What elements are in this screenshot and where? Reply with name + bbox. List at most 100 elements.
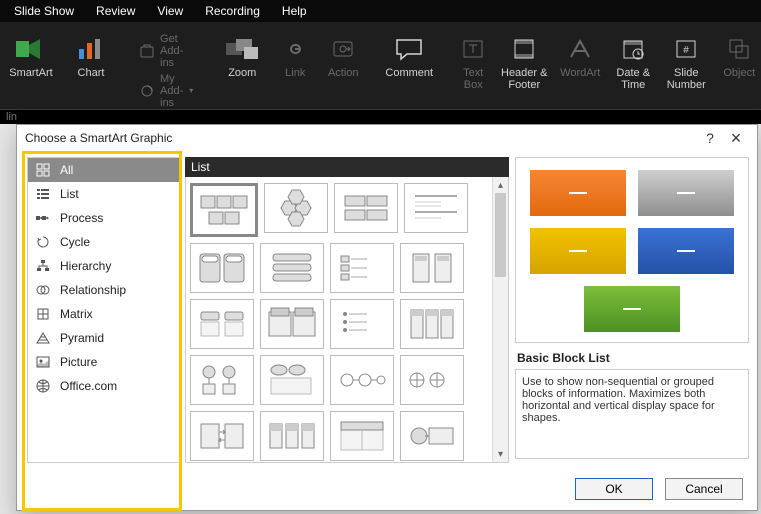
get-addins-button[interactable]: Get Add-ins — [134, 31, 199, 71]
gallery-column: List — [185, 157, 509, 463]
category-matrix[interactable]: Matrix — [28, 302, 179, 326]
gallery-thumb[interactable] — [404, 183, 468, 233]
menu-view[interactable]: View — [147, 2, 193, 20]
menu-recording[interactable]: Recording — [195, 2, 270, 20]
picture-icon — [36, 355, 50, 369]
gallery-thumb[interactable] — [330, 411, 394, 461]
gallery-thumb[interactable] — [264, 183, 328, 233]
scroll-thumb[interactable] — [495, 193, 506, 277]
date-time-button[interactable]: Date & Time — [611, 28, 655, 91]
category-all[interactable]: All — [28, 158, 179, 182]
gallery-scrollbar[interactable]: ▴ ▾ — [492, 177, 508, 462]
category-label: Process — [60, 211, 103, 225]
date-time-label: Date & Time — [611, 67, 655, 91]
preview-block-2 — [638, 170, 734, 216]
svg-text:#: # — [683, 45, 689, 56]
comment-icon — [394, 34, 424, 64]
menu-slide-show[interactable]: Slide Show — [4, 2, 84, 20]
get-addins-label: Get Add-ins — [160, 33, 193, 69]
action-icon — [328, 34, 358, 64]
gallery-thumb[interactable] — [190, 411, 254, 461]
zoom-label: Zoom — [228, 67, 256, 79]
my-addins-button[interactable]: My Add-ins ▾ — [134, 71, 199, 111]
text-box-button[interactable]: Text Box — [453, 28, 493, 91]
gallery-thumb[interactable] — [400, 243, 464, 293]
matrix-icon — [36, 307, 50, 321]
category-label: Matrix — [60, 307, 93, 321]
gallery-thumb[interactable] — [260, 299, 324, 349]
wordart-icon — [565, 34, 595, 64]
category-list: All List Process Cycle Hierarchy — [27, 157, 180, 463]
scroll-up-icon[interactable]: ▴ — [493, 177, 508, 193]
action-button[interactable]: Action — [321, 28, 365, 79]
chart-icon — [76, 34, 106, 64]
process-icon — [36, 211, 50, 225]
category-relationship[interactable]: Relationship — [28, 278, 179, 302]
header-footer-button[interactable]: Header & Footer — [499, 28, 549, 91]
slide-number-label: Slide Number — [661, 67, 711, 91]
scroll-track[interactable] — [495, 193, 506, 446]
smartart-button[interactable]: SmartArt — [4, 28, 58, 79]
gallery-thumb-basic-block-list[interactable] — [190, 183, 258, 237]
link-button[interactable]: Link — [275, 28, 315, 79]
ok-button[interactable]: OK — [575, 478, 653, 500]
cancel-button[interactable]: Cancel — [665, 478, 743, 500]
gallery-thumb[interactable] — [400, 299, 464, 349]
category-label: Picture — [60, 355, 97, 369]
smartart-gallery[interactable] — [186, 177, 492, 462]
comment-button[interactable]: Comment — [381, 28, 437, 79]
text-box-label: Text Box — [453, 67, 493, 91]
gallery-thumb[interactable] — [330, 355, 394, 405]
preview-description: Use to show non-sequential or grouped bl… — [515, 369, 749, 459]
gallery-thumb[interactable] — [330, 299, 394, 349]
zoom-icon — [227, 34, 257, 64]
smartart-dialog: Choose a SmartArt Graphic ? × All List — [16, 124, 758, 511]
help-button[interactable]: ? — [697, 127, 723, 149]
category-list-item[interactable]: List — [28, 182, 179, 206]
slide-number-button[interactable]: # Slide Number — [661, 28, 711, 91]
preview-title: Basic Block List — [517, 351, 749, 365]
dialog-titlebar: Choose a SmartArt Graphic ? × — [17, 125, 757, 151]
link-label: Link — [285, 67, 305, 79]
category-label: Pyramid — [60, 331, 104, 345]
category-hierarchy[interactable]: Hierarchy — [28, 254, 179, 278]
menu-review[interactable]: Review — [86, 2, 145, 20]
my-addins-icon — [140, 84, 154, 98]
gallery-thumb[interactable] — [190, 243, 254, 293]
category-process[interactable]: Process — [28, 206, 179, 230]
preview-block-1 — [530, 170, 626, 216]
category-pyramid[interactable]: Pyramid — [28, 326, 179, 350]
gallery-thumb[interactable] — [260, 243, 324, 293]
gallery-thumb[interactable] — [334, 183, 398, 233]
object-label: Object — [723, 67, 755, 79]
menu-help[interactable]: Help — [272, 2, 317, 20]
gallery-header-label: List — [191, 160, 210, 174]
gallery-thumb[interactable] — [190, 299, 254, 349]
gallery-thumb[interactable] — [330, 243, 394, 293]
gallery-thumb[interactable] — [400, 411, 464, 461]
dialog-body: All List Process Cycle Hierarchy — [17, 151, 757, 467]
close-button[interactable]: × — [723, 127, 749, 149]
comment-label: Comment — [385, 67, 433, 79]
scroll-down-icon[interactable]: ▾ — [493, 446, 508, 462]
gallery-thumb[interactable] — [260, 411, 324, 461]
object-button[interactable]: Object — [717, 28, 761, 79]
category-picture[interactable]: Picture — [28, 350, 179, 374]
zoom-button[interactable]: Zoom — [215, 28, 269, 79]
category-cycle[interactable]: Cycle — [28, 230, 179, 254]
gallery-thumb[interactable] — [260, 355, 324, 405]
secondary-strip: lin — [0, 110, 761, 124]
dialog-title: Choose a SmartArt Graphic — [25, 131, 172, 145]
smartart-icon — [16, 34, 46, 64]
wordart-button[interactable]: WordArt — [555, 28, 605, 79]
gallery-thumb[interactable] — [400, 355, 464, 405]
ribbon: SmartArt Chart Get Add-ins My Add-ins ▾ — [0, 22, 761, 110]
category-officecom[interactable]: Office.com — [28, 374, 179, 398]
preview-box — [515, 157, 749, 343]
text-box-icon — [458, 34, 488, 64]
category-label: Office.com — [60, 379, 117, 393]
chart-button[interactable]: Chart — [64, 28, 118, 79]
gallery-thumb[interactable] — [190, 355, 254, 405]
preview-block-3 — [530, 228, 626, 274]
gallery-container: ▴ ▾ — [185, 177, 509, 463]
